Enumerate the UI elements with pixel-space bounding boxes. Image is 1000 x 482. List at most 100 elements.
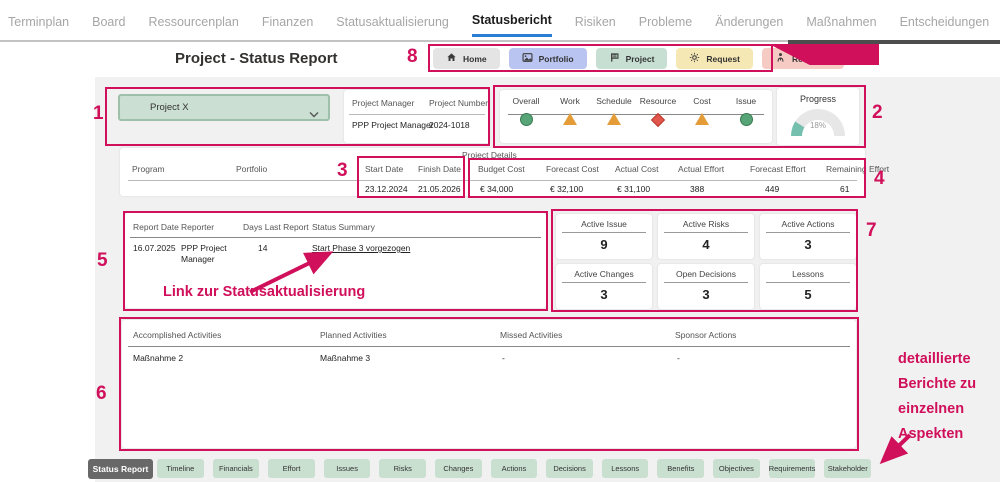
nav-probleme[interactable]: Probleme — [639, 5, 693, 36]
nav-massnahmen[interactable]: Maßnahmen — [806, 5, 876, 36]
tab-decisions[interactable]: Decisions — [546, 459, 593, 478]
home-button-label: Home — [463, 54, 487, 64]
kpi-active-issue-label: Active Issue — [556, 219, 652, 229]
tab-issues[interactable]: Issues — [324, 459, 371, 478]
start-date-header: Start Date — [365, 164, 403, 174]
detail-note-line-2: Berichte zu — [898, 372, 976, 397]
missed-activities-value: - — [502, 353, 505, 363]
chevron-down-icon — [309, 105, 319, 123]
indicator-schedule-label: Schedule — [596, 96, 631, 106]
nav-statusbericht-active[interactable]: Statusbericht — [472, 3, 552, 37]
indicator-schedule: Schedule — [592, 96, 636, 126]
link-note-text: Link zur Statusaktualisierung — [163, 284, 365, 300]
amber-triangle-icon — [695, 113, 709, 125]
status-indicators-card: Overall Work Schedule Resource Cost Issu… — [500, 90, 772, 143]
kpi-active-actions-label: Active Actions — [760, 219, 856, 229]
amber-triangle-icon — [607, 113, 621, 125]
top-navigation: Terminplan Board Ressourcenplan Finanzen… — [0, 0, 1000, 40]
tab-status-report-active[interactable]: Status Report — [88, 459, 153, 479]
red-diamond-icon — [651, 113, 665, 127]
nav-finanzen[interactable]: Finanzen — [262, 5, 313, 36]
kpi-open-decisions-value: 3 — [658, 287, 754, 302]
project-button[interactable]: Project — [596, 48, 668, 69]
tab-benefits[interactable]: Benefits — [657, 459, 704, 478]
callout-number-5: 5 — [97, 250, 108, 272]
kpi-lessons-value: 5 — [760, 287, 856, 302]
project-info-card: Project Manager Project Number PPP Proje… — [344, 90, 490, 143]
callout-number-3: 3 — [337, 160, 348, 182]
missed-activities-header: Missed Activities — [500, 330, 562, 340]
status-summary-link[interactable]: Start Phase 3 vorgezogen — [312, 243, 410, 253]
actual-effort-value: 388 — [690, 184, 704, 194]
indicator-work: Work — [548, 96, 592, 126]
nav-board[interactable]: Board — [92, 5, 125, 36]
project-button-label: Project — [626, 54, 655, 64]
budget-cost-header: Budget Cost — [478, 164, 525, 174]
kpi-active-changes-label: Active Changes — [556, 269, 652, 279]
project-details-card: Project Details Program Portfolio Start … — [120, 148, 865, 196]
kpi-active-risks: Active Risks 4 — [658, 214, 754, 259]
indicator-resource: Resource — [636, 96, 680, 126]
indicator-issue: Issue — [724, 96, 768, 126]
kpi-active-changes-value: 3 — [556, 287, 652, 302]
indicator-cost-label: Cost — [693, 96, 710, 106]
indicator-issue-label: Issue — [736, 96, 756, 106]
header-buttons: Home Portfolio Project Request Resource — [433, 48, 844, 69]
tab-effort[interactable]: Effort — [268, 459, 315, 478]
project-details-title: Project Details — [462, 150, 517, 160]
indicator-resource-label: Resource — [640, 96, 676, 106]
request-button-label: Request — [706, 54, 740, 64]
page-title: Project - Status Report — [175, 50, 338, 67]
callout-number-7: 7 — [866, 220, 877, 242]
forecast-effort-value: 449 — [765, 184, 779, 194]
tab-risks[interactable]: Risks — [379, 459, 426, 478]
portfolio-header: Portfolio — [236, 164, 267, 174]
callout-number-2: 2 — [872, 102, 883, 124]
days-last-report-value: 14 — [258, 243, 267, 253]
tab-timeline[interactable]: Timeline — [157, 459, 204, 478]
finish-date-value: 21.05.2026 — [418, 184, 461, 194]
accomplished-activities-header: Accomplished Activities — [133, 330, 221, 340]
project-slicer-dropdown[interactable]: Project X — [118, 94, 330, 121]
actual-cost-header: Actual Cost — [615, 164, 658, 174]
tab-stakeholder[interactable]: Stakeholder — [824, 459, 871, 478]
tab-lessons[interactable]: Lessons — [602, 459, 649, 478]
kpi-open-decisions: Open Decisions 3 — [658, 264, 754, 309]
program-header: Program — [132, 164, 165, 174]
indicator-work-label: Work — [560, 96, 580, 106]
tab-requirements[interactable]: Requirements — [769, 459, 816, 478]
forecast-cost-value: € 32,100 — [550, 184, 583, 194]
planned-activities-header: Planned Activities — [320, 330, 387, 340]
tab-changes[interactable]: Changes — [435, 459, 482, 478]
request-idea-icon — [689, 52, 700, 65]
progress-value: 18% — [777, 121, 859, 130]
tab-financials[interactable]: Financials — [213, 459, 260, 478]
accomplished-activities-value: Maßnahme 2 — [133, 353, 183, 363]
budget-cost-value: € 34,000 — [480, 184, 513, 194]
sponsor-actions-value: - — [677, 353, 680, 363]
nav-risiken[interactable]: Risiken — [575, 5, 616, 36]
nav-aenderungen[interactable]: Änderungen — [715, 5, 783, 36]
tab-actions[interactable]: Actions — [491, 459, 538, 478]
nav-entscheidungen[interactable]: Entscheidungen — [900, 5, 990, 36]
nav-terminplan[interactable]: Terminplan — [8, 5, 69, 36]
portfolio-button[interactable]: Portfolio — [509, 48, 587, 69]
status-report-page: Terminplan Board Ressourcenplan Finanzen… — [0, 0, 1000, 482]
project-flag-icon — [609, 52, 620, 65]
project-manager-value: PPP Project Manager — [352, 120, 434, 130]
nav-statusaktualisierung[interactable]: Statusaktualisierung — [336, 5, 449, 36]
callout-number-8: 8 — [407, 46, 418, 68]
tab-objectives[interactable]: Objectives — [713, 459, 760, 478]
callout-number-1: 1 — [93, 103, 104, 125]
kpi-active-issue: Active Issue 9 — [556, 214, 652, 259]
amber-triangle-icon — [563, 113, 577, 125]
detail-note-line-3: einzelnen — [898, 397, 976, 422]
kpi-active-actions-value: 3 — [760, 237, 856, 252]
nav-ressourcenplan[interactable]: Ressourcenplan — [149, 5, 239, 36]
home-button[interactable]: Home — [433, 48, 500, 69]
actual-effort-header: Actual Effort — [678, 164, 724, 174]
detail-note-text: detaillierte Berichte zu einzelnen Aspek… — [898, 347, 976, 447]
request-button[interactable]: Request — [676, 48, 753, 69]
remaining-effort-value: 61 — [840, 184, 849, 194]
sponsor-actions-header: Sponsor Actions — [675, 330, 736, 340]
